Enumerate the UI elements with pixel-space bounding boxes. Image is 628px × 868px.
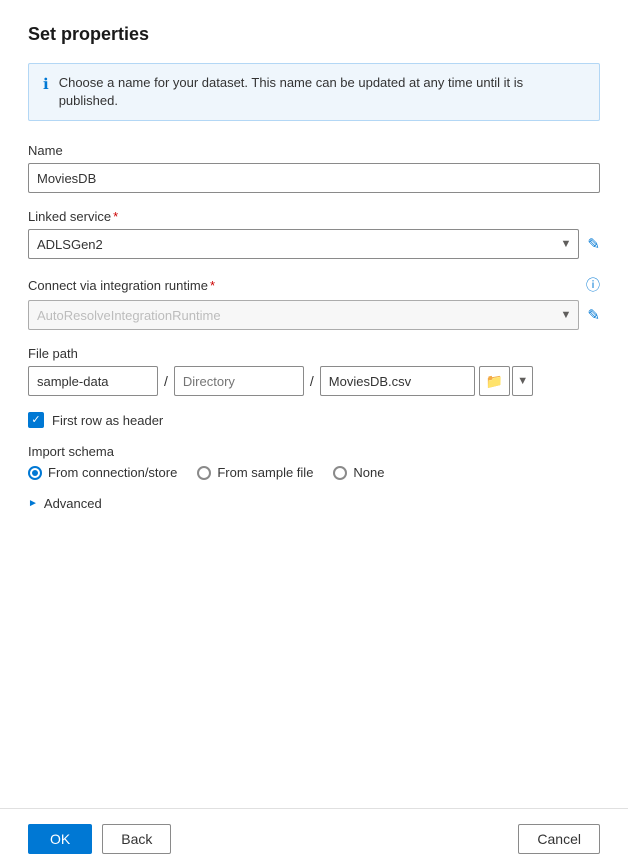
info-banner-text: Choose a name for your dataset. This nam… <box>59 74 585 110</box>
folder-icon: 📁 <box>486 373 503 390</box>
name-field-group: Name <box>28 143 600 193</box>
footer-left-buttons: OK Back <box>28 824 171 854</box>
integration-label-row: Connect via integration runtime* ⓘ <box>28 275 600 295</box>
first-row-header-label: First row as header <box>52 413 163 428</box>
page-title: Set properties <box>28 24 600 45</box>
import-schema-options: From connection/store From sample file N… <box>28 465 600 480</box>
linked-service-group: Linked service* ADLSGen2 ▼ ✎ <box>28 209 600 259</box>
linked-service-label: Linked service* <box>28 209 600 224</box>
name-label: Name <box>28 143 600 158</box>
first-row-header-group: ✓ First row as header <box>28 412 600 428</box>
advanced-section[interactable]: ► Advanced <box>28 496 600 511</box>
checkmark-icon: ✓ <box>31 415 40 426</box>
ok-button[interactable]: OK <box>28 824 92 854</box>
radio-from-sample-label: From sample file <box>217 465 313 480</box>
radio-none-circle <box>333 466 347 480</box>
integration-runtime-select-wrapper: AutoResolveIntegrationRuntime ▼ <box>28 300 579 330</box>
import-schema-label: Import schema <box>28 444 600 459</box>
name-input[interactable] <box>28 163 600 193</box>
browse-folder-button[interactable]: 📁 <box>479 366 510 396</box>
advanced-arrow-icon: ► <box>28 498 38 509</box>
file-path-group: File path / / 📁 ▼ <box>28 346 600 396</box>
file-path-filename-input[interactable] <box>320 366 475 396</box>
info-icon: ℹ <box>43 75 49 93</box>
first-row-header-checkbox[interactable]: ✓ <box>28 412 44 428</box>
path-icons: 📁 ▼ <box>479 366 533 396</box>
radio-none[interactable]: None <box>333 465 384 480</box>
file-path-inputs: / / 📁 ▼ <box>28 366 600 396</box>
info-banner: ℹ Choose a name for your dataset. This n… <box>28 63 600 121</box>
footer: OK Back Cancel <box>0 808 628 868</box>
import-schema-group: Import schema From connection/store From… <box>28 444 600 480</box>
linked-service-row: ADLSGen2 ▼ ✎ <box>28 229 600 259</box>
path-separator-2: / <box>304 373 320 389</box>
file-path-directory-input[interactable] <box>174 366 304 396</box>
radio-from-sample[interactable]: From sample file <box>197 465 313 480</box>
radio-from-connection[interactable]: From connection/store <box>28 465 177 480</box>
integration-runtime-select[interactable]: AutoResolveIntegrationRuntime <box>28 300 579 330</box>
radio-dot <box>32 470 38 476</box>
integration-runtime-row: AutoResolveIntegrationRuntime ▼ ✎ <box>28 300 600 330</box>
cancel-button[interactable]: Cancel <box>518 824 600 854</box>
linked-service-edit-icon[interactable]: ✎ <box>587 235 600 253</box>
advanced-label: Advanced <box>44 496 102 511</box>
integration-info-icon[interactable]: ⓘ <box>586 275 600 295</box>
radio-none-label: None <box>353 465 384 480</box>
integration-runtime-edit-icon[interactable]: ✎ <box>587 306 600 324</box>
chevron-down-icon: ▼ <box>517 375 528 387</box>
file-path-label: File path <box>28 346 600 361</box>
linked-service-select-wrapper: ADLSGen2 ▼ <box>28 229 579 259</box>
path-separator-1: / <box>158 373 174 389</box>
file-path-container-input[interactable] <box>28 366 158 396</box>
integration-runtime-group: Connect via integration runtime* ⓘ AutoR… <box>28 275 600 330</box>
integration-label: Connect via integration runtime* <box>28 278 215 293</box>
radio-from-connection-label: From connection/store <box>48 465 177 480</box>
radio-from-connection-circle <box>28 466 42 480</box>
expand-path-button[interactable]: ▼ <box>512 366 533 396</box>
radio-from-sample-circle <box>197 466 211 480</box>
linked-service-select[interactable]: ADLSGen2 <box>28 229 579 259</box>
back-button[interactable]: Back <box>102 824 171 854</box>
